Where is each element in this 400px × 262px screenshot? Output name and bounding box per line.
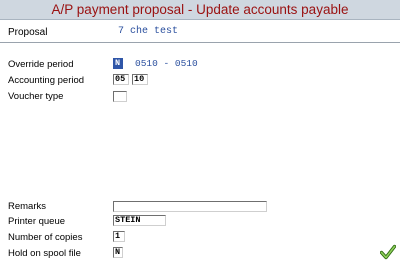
- number-of-copies-label: Number of copies: [8, 232, 83, 243]
- checkmark-icon[interactable]: [380, 244, 396, 260]
- remarks-label: Remarks: [8, 201, 47, 212]
- override-period-field[interactable]: N: [113, 58, 123, 69]
- number-of-copies-field[interactable]: 1: [113, 231, 125, 242]
- hold-on-spool-file-label: Hold on spool file: [8, 248, 81, 259]
- voucher-type-label: Voucher type: [8, 91, 64, 102]
- override-period-label: Override period: [8, 59, 74, 70]
- override-period-range: 0510 - 0510: [135, 58, 198, 69]
- voucher-type-field[interactable]: [113, 91, 127, 102]
- header-divider: [0, 42, 400, 43]
- window-title: A/P payment proposal - Update accounts p…: [0, 0, 400, 20]
- remarks-field[interactable]: [113, 201, 267, 212]
- accounting-year-field[interactable]: 10: [132, 74, 148, 85]
- proposal-label: Proposal: [8, 27, 48, 38]
- proposal-value: 7 che test: [118, 26, 179, 37]
- accounting-period-label: Accounting period: [8, 75, 85, 86]
- printer-queue-label: Printer queue: [8, 216, 66, 227]
- hold-on-spool-file-field[interactable]: N: [113, 247, 123, 258]
- printer-queue-field[interactable]: STEIN: [113, 215, 166, 226]
- accounting-period-field[interactable]: 05: [113, 74, 129, 85]
